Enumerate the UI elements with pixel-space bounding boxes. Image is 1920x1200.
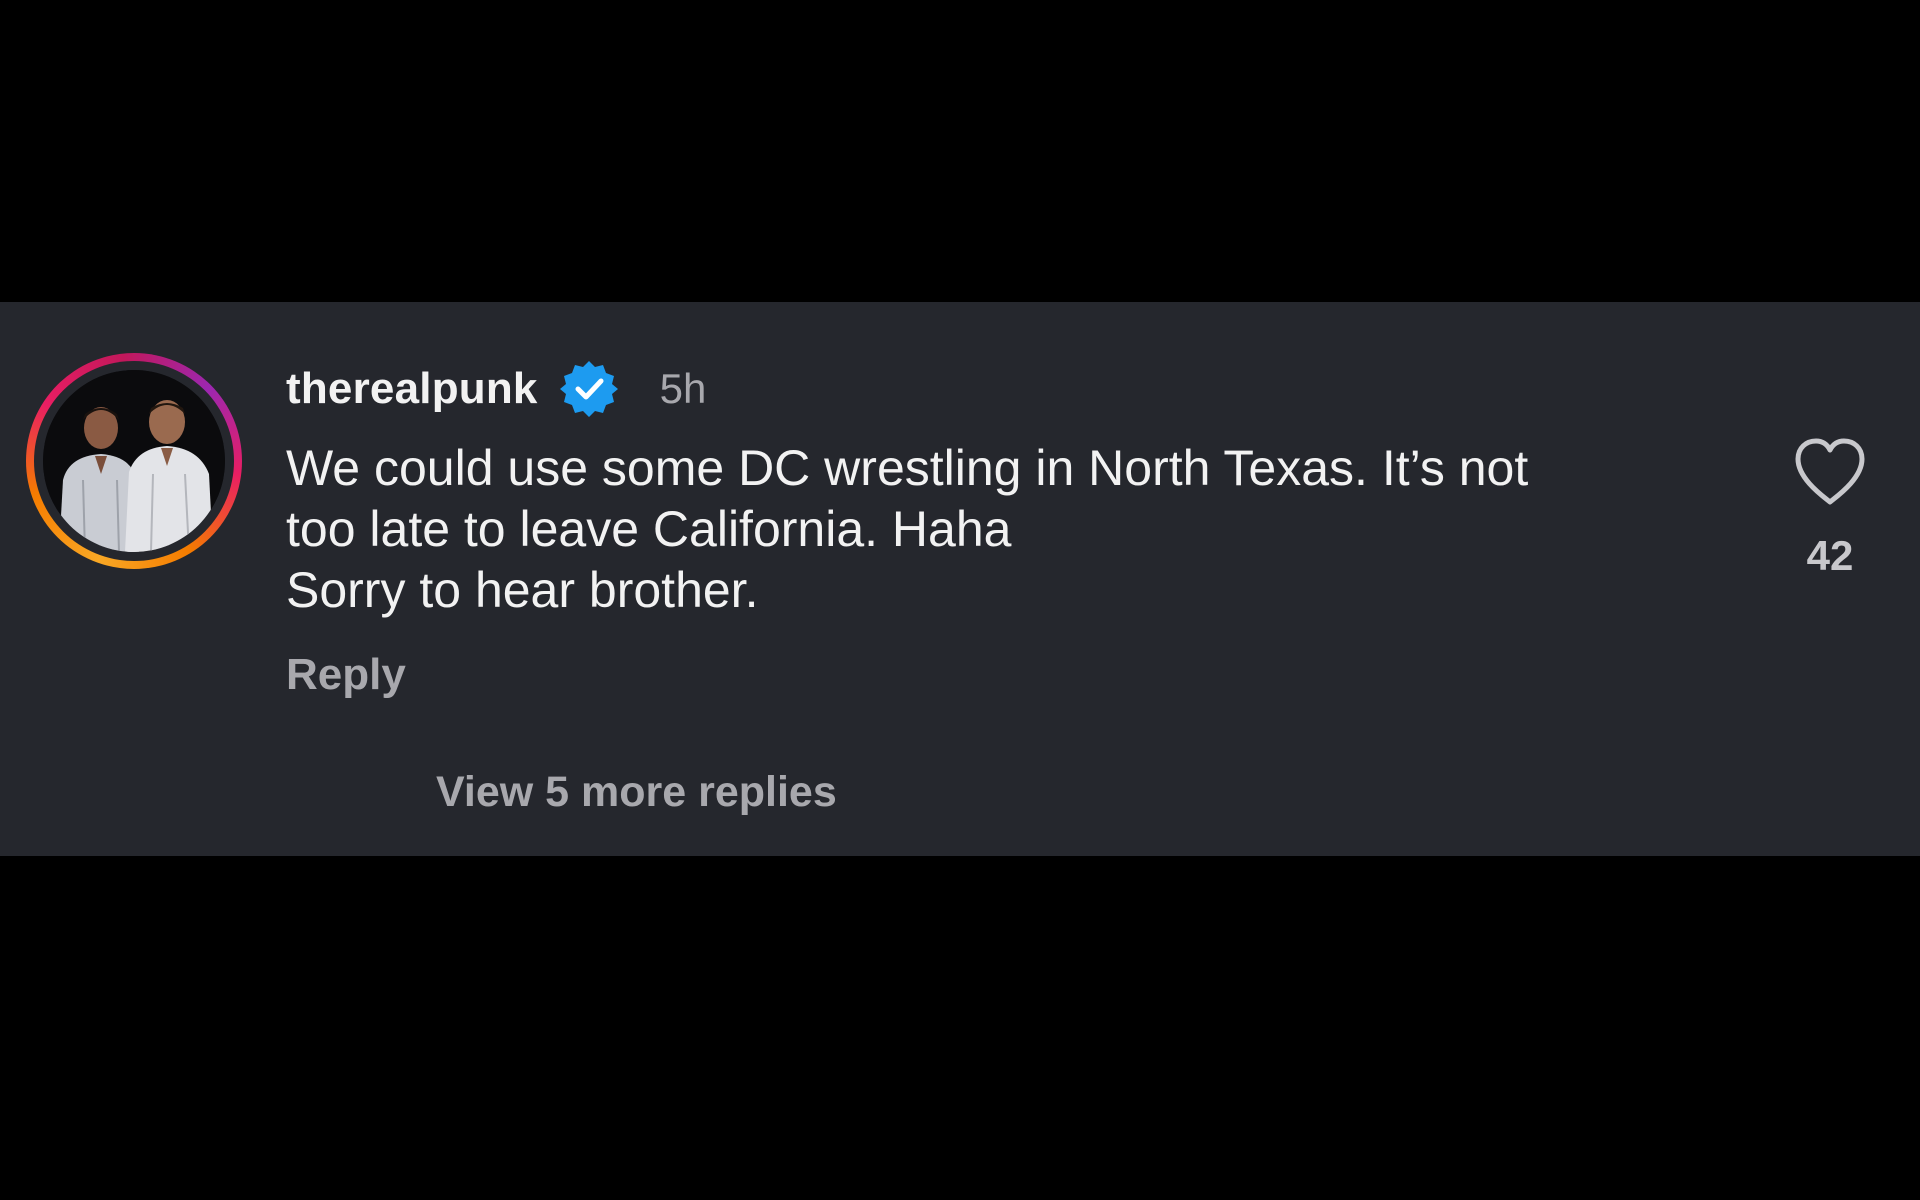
- avatar-ring-gap: [34, 361, 234, 561]
- avatar[interactable]: [43, 370, 225, 552]
- comment-header: therealpunk 5h: [286, 354, 706, 424]
- comment-text-line: We could use some DC wrestling in North …: [286, 440, 1529, 496]
- comment-timestamp: 5h: [659, 365, 707, 412]
- comment-text-line: too late to leave California. Haha: [286, 501, 1012, 557]
- avatar-photo-image: [43, 370, 225, 552]
- heart-outline-icon[interactable]: [1790, 432, 1870, 512]
- comment-text-line: Sorry to hear brother.: [286, 562, 759, 618]
- avatar-story-ring[interactable]: [26, 353, 242, 569]
- username-link[interactable]: therealpunk: [286, 364, 538, 414]
- reply-button[interactable]: Reply: [286, 650, 406, 700]
- comment-text: We could use some DC wrestling in North …: [286, 438, 1706, 621]
- comment-panel: therealpunk 5h We could use some DC wres…: [0, 302, 1920, 856]
- view-more-replies-button[interactable]: View 5 more replies: [436, 768, 837, 817]
- like-count: 42: [1806, 532, 1854, 579]
- verified-badge-icon: [558, 358, 620, 420]
